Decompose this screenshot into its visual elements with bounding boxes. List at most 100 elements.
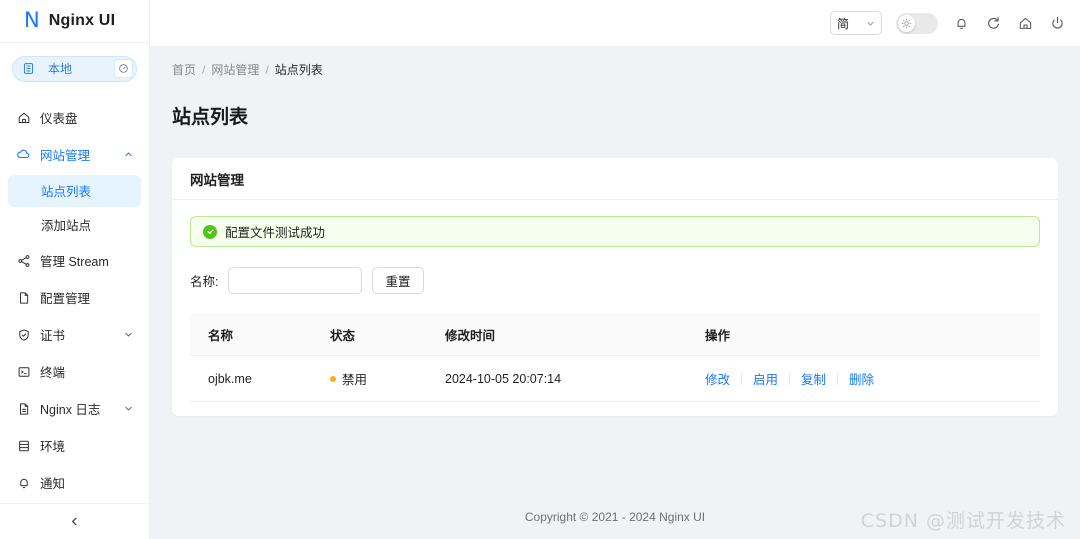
chevron-up-icon <box>123 150 133 160</box>
table-row[interactable]: ojbk.me 禁用 2024-10-05 20:07:14 修改 启用 复制 … <box>190 355 1040 403</box>
column-header-modified[interactable]: 修改时间 <box>435 314 695 357</box>
bell-icon <box>16 475 31 490</box>
shield-check-icon <box>16 327 31 342</box>
language-value: 简 <box>837 16 850 31</box>
chevron-left-icon <box>69 516 80 527</box>
sidebar-item-notifications[interactable]: 通知 <box>8 466 141 500</box>
row-actions: 修改 启用 复制 删除 <box>705 369 1030 388</box>
sidebar: N Nginx UI 本地 仪表盘 网站管理 站点列表 添加站点 管理 Stre… <box>0 0 150 539</box>
cell-status: 禁用 <box>320 355 435 403</box>
sidebar-item-label: Nginx 日志 <box>40 403 101 418</box>
status-label: 禁用 <box>342 373 368 388</box>
share-icon <box>16 253 31 268</box>
sidebar-item-label: 配置管理 <box>40 292 91 307</box>
file-text-icon <box>16 401 31 416</box>
app-logo[interactable]: N Nginx UI <box>0 0 149 43</box>
terminal-icon <box>16 364 31 379</box>
sidebar-collapse-button[interactable] <box>0 502 149 539</box>
sidebar-item-label: 终端 <box>40 366 66 381</box>
sidebar-item-nginx-log[interactable]: Nginx 日志 <box>8 392 141 426</box>
cloud-icon <box>16 147 31 162</box>
environment-selector-wrap: 本地 <box>0 43 149 90</box>
sidebar-item-site-management[interactable]: 网站管理 <box>8 138 141 172</box>
card-body: 配置文件测试成功 名称: 重置 名称 状态 修改时间 操作 ojbk.me 禁用… <box>172 200 1058 416</box>
main-area: 简 首页 / 网站管理 / 站点列表 站点列表 网站管理 配置文件测试成功 名称… <box>150 0 1080 539</box>
status-dot-icon <box>330 375 336 382</box>
environment-pill[interactable]: 本地 <box>12 55 137 82</box>
server-icon <box>16 438 31 453</box>
environment-pill-left: 本地 <box>22 60 72 77</box>
card-title: 网站管理 <box>172 158 1058 201</box>
sidebar-item-dashboard[interactable]: 仪表盘 <box>8 101 141 135</box>
config-test-success-alert: 配置文件测试成功 <box>190 216 1040 248</box>
check-circle-icon <box>203 224 217 239</box>
nginx-logo-icon: N <box>24 8 40 33</box>
sites-table: 名称 状态 修改时间 操作 ojbk.me 禁用 2024-10-05 20:0… <box>190 314 1040 403</box>
cell-site-name: ojbk.me <box>190 355 320 403</box>
breadcrumb: 首页 / 网站管理 / 站点列表 <box>150 47 1080 78</box>
sidebar-item-label: 环境 <box>40 440 66 455</box>
theme-toggle[interactable] <box>896 12 938 34</box>
home-icon[interactable] <box>1016 14 1034 32</box>
cell-modified-time: 2024-10-05 20:07:14 <box>435 355 695 403</box>
chevron-down-icon <box>123 404 133 414</box>
environment-label: 本地 <box>48 62 73 77</box>
sun-icon <box>901 18 912 29</box>
status-badge: 禁用 <box>330 369 425 388</box>
home-icon <box>16 110 31 125</box>
sidebar-item-terminal[interactable]: 终端 <box>8 355 141 389</box>
content-area: 网站管理 配置文件测试成功 名称: 重置 名称 状态 修改时间 操作 ojbk.… <box>150 141 1080 495</box>
breadcrumb-item-home[interactable]: 首页 <box>172 61 196 78</box>
cell-actions: 修改 启用 复制 删除 <box>695 355 1040 403</box>
site-management-card: 网站管理 配置文件测试成功 名称: 重置 名称 状态 修改时间 操作 ojbk.… <box>172 158 1058 417</box>
column-header-name[interactable]: 名称 <box>190 314 320 357</box>
sidebar-item-environment[interactable]: 环境 <box>8 429 141 463</box>
app-title: Nginx UI <box>48 11 116 29</box>
action-enable[interactable]: 启用 <box>742 369 789 388</box>
sidebar-item-label: 通知 <box>40 477 66 492</box>
table-header-row: 名称 状态 修改时间 操作 <box>190 314 1040 357</box>
watermark: CSDN @测试开发技术 <box>860 510 1066 532</box>
file-icon <box>16 290 31 305</box>
app-root: N Nginx UI 本地 仪表盘 网站管理 站点列表 添加站点 管理 Stre… <box>0 0 1080 539</box>
action-duplicate[interactable]: 复制 <box>790 369 837 388</box>
reset-button[interactable]: 重置 <box>372 267 424 295</box>
breadcrumb-item-site-management[interactable]: 网站管理 <box>211 61 259 78</box>
chevron-down-icon <box>123 330 133 340</box>
copyright-text: Copyright © 2021 - 2024 Nginx UI <box>524 510 706 524</box>
language-selector[interactable]: 简 <box>830 11 882 35</box>
table-head: 名称 状态 修改时间 操作 <box>190 314 1040 357</box>
page-title: 站点列表 <box>172 106 249 128</box>
chevron-down-icon <box>866 19 875 28</box>
filter-bar: 名称: 重置 <box>190 267 1040 295</box>
sidebar-item-label: 添加站点 <box>41 219 92 234</box>
bell-icon[interactable] <box>952 14 970 32</box>
name-filter-input[interactable] <box>228 267 363 295</box>
sidebar-item-label: 仪表盘 <box>40 112 78 127</box>
table-body: ojbk.me 禁用 2024-10-05 20:07:14 修改 启用 复制 … <box>190 355 1040 403</box>
refresh-icon[interactable] <box>984 14 1002 32</box>
sidebar-item-add-site[interactable]: 添加站点 <box>8 209 141 241</box>
sidebar-item-certificates[interactable]: 证书 <box>8 318 141 352</box>
logout-icon[interactable] <box>1048 14 1066 32</box>
database-icon <box>22 62 35 75</box>
theme-toggle-knob <box>898 14 915 32</box>
sidebar-item-config-management[interactable]: 配置管理 <box>8 281 141 315</box>
sidebar-item-label: 站点列表 <box>41 185 92 200</box>
sidebar-menu: 仪表盘 网站管理 站点列表 添加站点 管理 Stream 配置管理 证书 终端 … <box>0 90 149 503</box>
name-filter-label: 名称: <box>190 275 219 290</box>
gauge-icon[interactable] <box>114 59 133 79</box>
sidebar-item-label: 证书 <box>40 329 66 344</box>
action-delete[interactable]: 删除 <box>838 369 885 388</box>
sidebar-item-label: 管理 Stream <box>40 255 109 270</box>
breadcrumb-separator: / <box>265 62 269 77</box>
alert-message: 配置文件测试成功 <box>225 226 326 241</box>
breadcrumb-separator: / <box>202 62 206 77</box>
sidebar-item-label: 网站管理 <box>40 149 91 164</box>
column-header-actions: 操作 <box>695 314 1040 357</box>
column-header-status[interactable]: 状态 <box>320 314 435 357</box>
action-edit[interactable]: 修改 <box>705 369 741 388</box>
sidebar-item-manage-stream[interactable]: 管理 Stream <box>8 244 141 278</box>
sidebar-item-site-list[interactable]: 站点列表 <box>8 174 141 207</box>
page-footer: Copyright © 2021 - 2024 Nginx UI CSDN @测… <box>150 495 1080 539</box>
